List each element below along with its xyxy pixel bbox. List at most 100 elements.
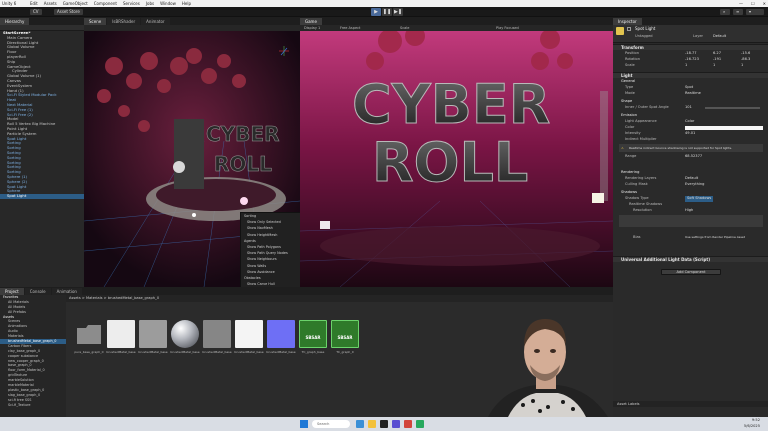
rendering-layers-dropdown[interactable]: Default xyxy=(685,176,698,182)
spot-angle-slider[interactable] xyxy=(705,107,760,109)
type-dropdown[interactable]: Spot xyxy=(685,85,693,91)
menu-item[interactable]: GameObject xyxy=(63,1,88,6)
culling-dropdown[interactable]: Everything xyxy=(685,182,704,188)
asset-item[interactable]: brushedMetal_base xyxy=(202,320,232,358)
browser-icon[interactable] xyxy=(356,420,364,428)
spot-angle-value[interactable]: 101 xyxy=(685,105,692,111)
scale-y[interactable]: 1 xyxy=(713,63,715,69)
tab-game[interactable]: Game xyxy=(300,18,322,25)
webcam-overlay xyxy=(488,319,608,417)
add-component-button[interactable]: Add Component xyxy=(661,269,721,275)
appearance-dropdown[interactable]: Color xyxy=(685,119,694,125)
windows-icon[interactable] xyxy=(300,420,308,428)
app-icon[interactable] xyxy=(392,420,400,428)
intensity-value[interactable]: 49.01 xyxy=(685,131,695,137)
asset-name: brushedMetal_base xyxy=(138,350,168,354)
layers-icon[interactable]: ≡ xyxy=(733,9,743,15)
shape-header[interactable]: Shape xyxy=(613,99,768,105)
menu-item[interactable]: Jobs xyxy=(146,1,154,6)
asset-item[interactable]: pure_base_graph_0 xyxy=(74,320,104,358)
position-x[interactable]: -18.77 xyxy=(685,51,697,57)
rotation-y[interactable]: -191 xyxy=(713,57,721,63)
resolution-dropdown[interactable]: High xyxy=(685,208,693,214)
asset-item[interactable]: brushedMetal_base xyxy=(170,320,200,358)
scene-view[interactable]: Scene IsBRShader Animator CYBER ROLL Sor… xyxy=(84,17,300,287)
os-title-bar: Unity 6 Edit Assets GameObject Component… xyxy=(0,0,768,7)
folder-icon[interactable] xyxy=(368,420,376,428)
tab-shader[interactable]: IsBRShader xyxy=(107,18,141,25)
rotation-row: Rotation -16.723 -191 -86.3 xyxy=(625,57,751,63)
object-name[interactable]: Spot Light xyxy=(635,26,655,31)
rotation-x[interactable]: -16.723 xyxy=(685,57,699,63)
asset-item[interactable]: SBSAR TC_graph_0 xyxy=(330,320,360,358)
app-icon[interactable] xyxy=(416,420,424,428)
breadcrumb[interactable]: Assets > Materials > brushedMetal_base_g… xyxy=(66,295,613,302)
emission-header[interactable]: Emission xyxy=(613,113,768,119)
tab-scene[interactable]: Scene xyxy=(84,18,107,25)
step-icon[interactable]: ▶❚ xyxy=(393,8,403,16)
hierarchy-item[interactable]: Spot Light xyxy=(0,194,84,199)
asset-labels[interactable]: Asset Labels xyxy=(613,401,768,407)
game-view[interactable]: Game Display 1 Free Aspect Scale Play Fo… xyxy=(300,17,613,287)
tab-project[interactable]: Project xyxy=(0,288,24,295)
tab-animation[interactable]: Animation xyxy=(51,288,82,295)
account-button[interactable]: CV xyxy=(30,9,42,15)
taskbar-search[interactable]: Search xyxy=(312,420,350,428)
tab-console[interactable]: Console xyxy=(24,288,51,295)
project-tree-item[interactable]: Sci-fi_Texture xyxy=(0,403,66,408)
position-y[interactable]: 6.27 xyxy=(713,51,721,57)
material-thumbnail xyxy=(267,320,295,348)
tab-hierarchy[interactable]: Hierarchy xyxy=(0,18,30,25)
menu-item[interactable]: Window xyxy=(160,1,176,6)
close-button[interactable]: ✕ xyxy=(763,1,766,6)
transform-section[interactable]: Transform xyxy=(613,44,768,50)
position-z[interactable]: -15.6 xyxy=(741,51,750,57)
app-icon[interactable] xyxy=(404,420,412,428)
warning-text: Realtime indirect bounce shadowing is no… xyxy=(629,146,733,150)
light-section[interactable]: Light xyxy=(613,72,768,78)
menu-item[interactable]: Help xyxy=(182,1,191,6)
project-tree: Favorites All Materials All Models All Pref… xyxy=(0,295,66,417)
main-menu: Edit Assets GameObject Component Service… xyxy=(30,1,191,6)
intensity-row: Intensity 49.01 xyxy=(625,131,696,137)
asset-item[interactable]: brushedMetal_base xyxy=(266,320,296,358)
tag-dropdown[interactable]: Untagged xyxy=(635,34,653,38)
rendering-header[interactable]: Rendering xyxy=(613,170,768,176)
asset-item[interactable]: brushedMetal_base xyxy=(138,320,168,358)
mode-dropdown[interactable]: Realtime xyxy=(685,91,701,97)
bias-dropdown[interactable]: Use settings from Render Pipeline Asset xyxy=(685,235,745,241)
clock-date[interactable]: 5/6/2025 xyxy=(744,424,760,428)
shadows-header[interactable]: Shadows xyxy=(613,190,768,196)
rotation-z[interactable]: -86.3 xyxy=(741,57,750,63)
active-checkbox[interactable] xyxy=(627,27,631,31)
menu-item[interactable]: Component xyxy=(94,1,117,6)
taskbar: Search 9:52 5/6/2025 xyxy=(0,417,768,431)
shadow-type-dropdown[interactable]: Soft Shadows xyxy=(685,196,714,202)
rendering-layers-row: Rendering Layers Default xyxy=(625,176,699,182)
asset-item[interactable]: brushedMetal_base xyxy=(106,320,136,358)
asset-item[interactable]: brushedMetal_base xyxy=(234,320,264,358)
maximize-button[interactable]: ☐ xyxy=(751,1,755,6)
play-icon[interactable]: ▶ xyxy=(371,8,381,16)
layer-dropdown[interactable]: Default xyxy=(713,34,726,38)
menu-item[interactable]: Services xyxy=(123,1,140,6)
additional-light-data-section[interactable]: Universal Additional Light Data (Script) xyxy=(613,256,768,262)
unity-icon[interactable] xyxy=(380,420,388,428)
asset-item[interactable]: SBSAR TC_graph_base xyxy=(298,320,328,358)
scale-z[interactable]: 1 xyxy=(741,63,743,69)
menu-item[interactable]: Assets xyxy=(44,1,57,6)
menu-item[interactable]: Edit xyxy=(30,1,38,6)
asset-store-button[interactable]: Asset Store xyxy=(54,9,83,15)
minimize-button[interactable]: — xyxy=(739,1,743,6)
search-icon[interactable]: ⌕ xyxy=(720,9,730,15)
layout-dropdown[interactable]: ▾ xyxy=(746,9,764,15)
range-value[interactable]: 68.52377 xyxy=(685,154,702,160)
asset-name: brushedMetal_base xyxy=(170,350,200,354)
tab-inspector[interactable]: Inspector xyxy=(613,18,642,25)
pause-icon[interactable]: ❚❚ xyxy=(382,8,392,16)
scale-x[interactable]: 1 xyxy=(685,63,687,69)
tab-animator[interactable]: Animator xyxy=(141,18,170,25)
color-swatch[interactable] xyxy=(685,126,763,130)
general-header[interactable]: General xyxy=(613,79,768,85)
clock-time[interactable]: 9:52 xyxy=(752,418,760,422)
